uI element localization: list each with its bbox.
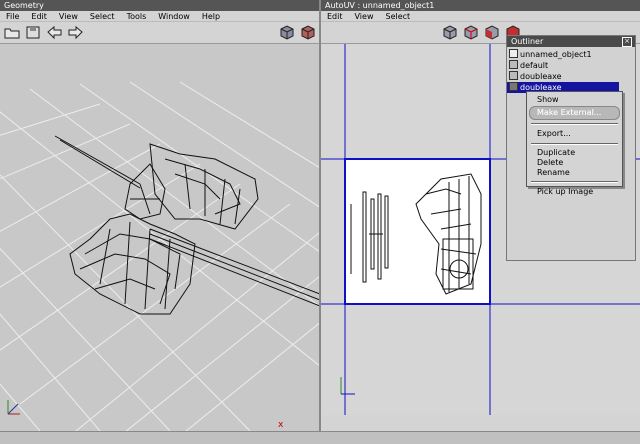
outliner-titlebar[interactable]: Outliner × — [507, 36, 635, 47]
autouv-menu-view[interactable]: View — [349, 11, 380, 22]
outliner-title: Outliner — [511, 37, 544, 46]
material-icon — [509, 71, 518, 80]
outliner-item-material-doubleaxe[interactable]: doubleaxe — [507, 71, 635, 82]
menu-edit[interactable]: Edit — [25, 11, 53, 22]
outliner-item-object[interactable]: unnamed_object1 — [507, 49, 635, 60]
menu-item-show[interactable]: Show — [527, 94, 622, 106]
menu-select[interactable]: Select — [84, 11, 121, 22]
autouv-titlebar[interactable]: AutoUV : unnamed_object1 — [321, 0, 640, 11]
menu-item-duplicate[interactable]: Duplicate — [527, 148, 622, 158]
geometry-window: Geometry File Edit View Select Tools Window He… — [0, 0, 320, 443]
geometry-title: Geometry — [4, 1, 44, 10]
geometry-toolbar — [0, 22, 320, 44]
menu-separator — [531, 143, 618, 145]
undo-arrow-icon[interactable] — [46, 25, 63, 40]
menu-file[interactable]: File — [0, 11, 25, 22]
geometry-titlebar[interactable]: Geometry — [0, 0, 320, 11]
close-icon[interactable]: × — [622, 37, 632, 47]
context-menu: Show Make External... Export... Duplicat… — [526, 91, 623, 196]
menu-help[interactable]: Help — [196, 11, 226, 22]
menu-separator — [531, 123, 618, 125]
open-icon[interactable] — [4, 25, 21, 40]
menu-item-pick-up-image[interactable]: Pick up Image — [527, 186, 622, 198]
geometry-scene — [0, 81, 320, 431]
menu-item-make-external[interactable]: Make External... — [529, 106, 620, 120]
autouv-title: AutoUV : unnamed_object1 — [325, 1, 435, 10]
outliner-item-material-default[interactable]: default — [507, 60, 635, 71]
x-axis-label: x — [278, 420, 284, 430]
redo-arrow-icon[interactable] — [67, 25, 84, 40]
menu-item-rename[interactable]: Rename — [527, 168, 622, 178]
menu-item-delete[interactable]: Delete — [527, 158, 622, 168]
geometry-menubar: File Edit View Select Tools Window Help — [0, 11, 320, 22]
menu-tools[interactable]: Tools — [121, 11, 153, 22]
status-bar — [0, 431, 640, 444]
geometry-viewport[interactable]: x — [0, 44, 320, 431]
autouv-menu-edit[interactable]: Edit — [321, 11, 349, 22]
outliner-item-label: unnamed_object1 — [520, 50, 592, 59]
view-cube-icon[interactable] — [278, 25, 295, 40]
smooth-cube-icon[interactable] — [299, 25, 316, 40]
autouv-menubar: Edit View Select — [321, 11, 640, 22]
menu-view[interactable]: View — [53, 11, 84, 22]
menu-item-export[interactable]: Export... — [527, 128, 622, 140]
face-mode-icon[interactable] — [483, 25, 500, 40]
axe-wireframe — [69, 143, 259, 315]
uv-texture-area[interactable] — [344, 158, 491, 305]
menu-separator — [531, 181, 618, 183]
uv-axes-gizmo — [340, 377, 355, 395]
material-icon — [509, 60, 518, 69]
object-icon — [509, 49, 518, 58]
ground-grid — [0, 81, 320, 431]
edge-mode-icon[interactable] — [462, 25, 479, 40]
outliner-item-label: default — [520, 61, 549, 70]
autouv-menu-select[interactable]: Select — [379, 11, 416, 22]
outliner-list: unnamed_object1 default doubleaxe double… — [507, 47, 635, 93]
vertex-mode-icon[interactable] — [441, 25, 458, 40]
outliner-item-label: doubleaxe — [520, 72, 562, 81]
save-icon[interactable] — [25, 25, 42, 40]
axes-gizmo — [7, 400, 20, 415]
image-icon — [509, 82, 518, 91]
menu-window[interactable]: Window — [152, 11, 196, 22]
